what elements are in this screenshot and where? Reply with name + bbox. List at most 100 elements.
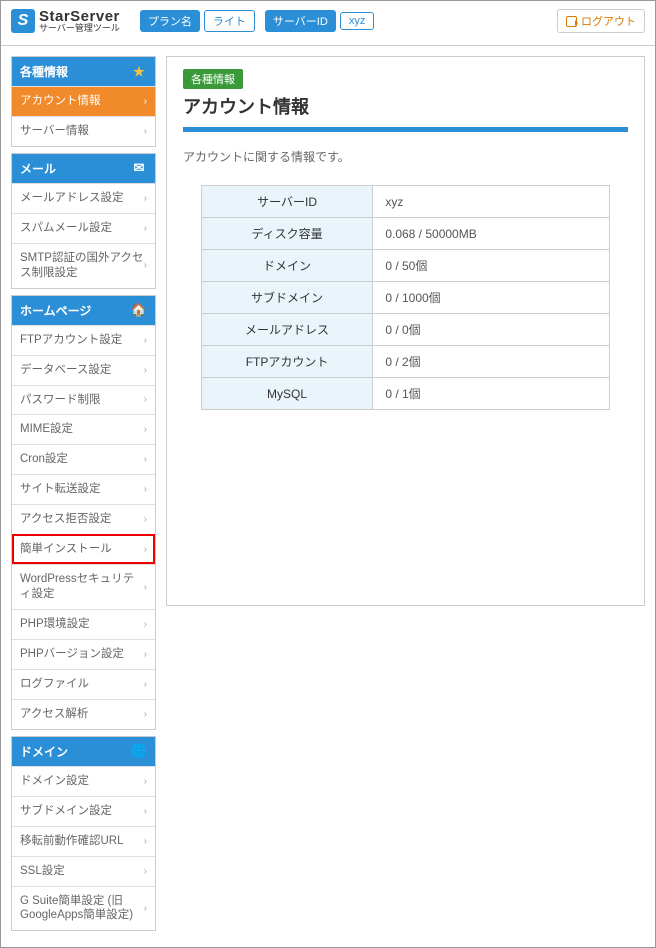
- sidebar-item[interactable]: ドメイン設定›: [12, 766, 155, 796]
- sidebar-header-globe: ドメイン🌐: [12, 737, 155, 766]
- chevron-right-icon: ›: [144, 581, 147, 594]
- sidebar-header-label: メール: [20, 160, 56, 177]
- logo-icon: S: [11, 9, 35, 33]
- row-value: 0 / 0個: [373, 314, 610, 346]
- sidebar-item-label: PHPバージョン設定: [20, 647, 124, 662]
- sidebar-item-label: アクセス解析: [20, 707, 88, 722]
- sidebar-item-label: データベース設定: [20, 363, 111, 378]
- table-row: サブドメイン0 / 1000個: [201, 282, 609, 314]
- chevron-right-icon: ›: [144, 192, 147, 205]
- sidebar-item[interactable]: Cron設定›: [12, 444, 155, 474]
- table-row: ディスク容量0.068 / 50000MB: [201, 218, 609, 250]
- chevron-right-icon: ›: [144, 543, 147, 556]
- chevron-right-icon: ›: [144, 483, 147, 496]
- server-id-label: サーバーID: [265, 10, 336, 32]
- row-key: サーバーID: [201, 186, 373, 218]
- plan-tag: プラン名 ライト: [140, 10, 255, 32]
- chevron-right-icon: ›: [144, 364, 147, 377]
- table-row: FTPアカウント0 / 2個: [201, 346, 609, 378]
- sidebar-item[interactable]: スパムメール設定›: [12, 213, 155, 243]
- sidebar-item-label: SSL設定: [20, 864, 65, 879]
- star-icon: ★: [131, 64, 147, 80]
- sidebar-item-label: ドメイン設定: [20, 774, 89, 789]
- sidebar-item[interactable]: アクセス拒否設定›: [12, 504, 155, 534]
- sidebar-item[interactable]: アカウント情報 ›: [12, 86, 155, 116]
- sidebar-item-label: サーバー情報: [20, 124, 89, 139]
- row-value: 0.068 / 50000MB: [373, 218, 610, 250]
- sidebar-item[interactable]: サーバー情報 ›: [12, 116, 155, 146]
- table-row: メールアドレス0 / 0個: [201, 314, 609, 346]
- sidebar-item[interactable]: PHPバージョン設定 ›: [12, 639, 155, 669]
- sidebar-item[interactable]: ログファイル›: [12, 669, 155, 699]
- sidebar-item-label: 移転前動作確認URL: [20, 834, 124, 849]
- logo-title: StarServer: [39, 9, 120, 24]
- sidebar-item-label: アカウント情報: [20, 94, 101, 109]
- sidebar-item[interactable]: PHP環境設定›: [12, 609, 155, 639]
- sidebar-header-label: 各種情報: [20, 63, 68, 80]
- sidebar-item[interactable]: G Suite簡単設定 (旧GoogleApps簡単設定)›: [12, 886, 155, 931]
- row-key: サブドメイン: [201, 282, 373, 314]
- row-key: MySQL: [201, 378, 373, 410]
- page-title: アカウント情報: [183, 93, 628, 119]
- chevron-right-icon: ›: [144, 95, 147, 108]
- sidebar-item[interactable]: サブドメイン設定 ›: [12, 796, 155, 826]
- sidebar-item[interactable]: SMTP認証の国外アクセス制限設定›: [12, 243, 155, 288]
- logout-button[interactable]: ログアウト: [557, 9, 645, 33]
- sidebar-item-label: パスワード制限: [20, 393, 101, 408]
- row-value: 0 / 1000個: [373, 282, 610, 314]
- sidebar-item-label: G Suite簡単設定 (旧GoogleApps簡単設定): [20, 894, 144, 924]
- sidebar-header-label: ホームページ: [20, 302, 91, 319]
- logo: S StarServer サーバー管理ツール: [11, 9, 120, 33]
- sidebar-item[interactable]: サイト転送設定›: [12, 474, 155, 504]
- chevron-right-icon: ›: [144, 334, 147, 347]
- server-tag: サーバーID xyz: [265, 10, 374, 32]
- logout-icon: [566, 16, 577, 27]
- sidebar-item-label: PHP環境設定: [20, 617, 90, 632]
- sidebar-item-label: 簡単インストール: [20, 542, 112, 557]
- sidebar-header-home: ホームページ🏠: [12, 296, 155, 325]
- row-value: xyz: [373, 186, 610, 218]
- chevron-right-icon: ›: [144, 805, 147, 818]
- row-key: メールアドレス: [201, 314, 373, 346]
- top-bar: S StarServer サーバー管理ツール プラン名 ライト サーバーID x…: [1, 1, 655, 46]
- sidebar-item-label: ログファイル: [20, 677, 89, 692]
- sidebar-item-label: SMTP認証の国外アクセス制限設定: [20, 251, 144, 281]
- sidebar-item[interactable]: 簡単インストール ›: [12, 534, 155, 564]
- row-value: 0 / 1個: [373, 378, 610, 410]
- plan-label: プラン名: [140, 10, 200, 32]
- chevron-right-icon: ›: [144, 648, 147, 661]
- plan-value: ライト: [204, 10, 255, 32]
- row-key: FTPアカウント: [201, 346, 373, 378]
- chevron-right-icon: ›: [144, 259, 147, 272]
- sidebar-item-label: MIME設定: [20, 422, 73, 437]
- server-id-value: xyz: [340, 12, 375, 30]
- globe-icon: 🌐: [131, 743, 147, 759]
- sidebar-item-label: メールアドレス設定: [20, 191, 124, 206]
- row-value: 0 / 50個: [373, 250, 610, 282]
- sidebar-item[interactable]: 移転前動作確認URL›: [12, 826, 155, 856]
- sidebar-item[interactable]: WordPressセキュリティ設定›: [12, 564, 155, 609]
- page-description: アカウントに関する情報です。: [183, 148, 628, 165]
- table-row: ドメイン0 / 50個: [201, 250, 609, 282]
- sidebar-item[interactable]: MIME設定›: [12, 414, 155, 444]
- sidebar-header-mail: メール✉: [12, 154, 155, 183]
- sidebar-item-label: スパムメール設定: [20, 221, 112, 236]
- sidebar-item-label: サブドメイン設定: [20, 804, 112, 819]
- chevron-right-icon: ›: [144, 125, 147, 138]
- sidebar-item[interactable]: データベース設定 ›: [12, 355, 155, 385]
- category-badge: 各種情報: [183, 69, 243, 89]
- sidebar-item[interactable]: FTPアカウント設定›: [12, 325, 155, 355]
- sidebar-item[interactable]: パスワード制限›: [12, 385, 155, 415]
- row-key: ディスク容量: [201, 218, 373, 250]
- chevron-right-icon: ›: [144, 453, 147, 466]
- logout-label: ログアウト: [581, 13, 636, 29]
- sidebar-item[interactable]: アクセス解析 ›: [12, 699, 155, 729]
- logo-subtitle: サーバー管理ツール: [39, 24, 120, 33]
- chevron-right-icon: ›: [144, 708, 147, 721]
- sidebar: 各種情報 ★ アカウント情報 › サーバー情報 › メール✉ メールアドレス設定 › スパムメール…: [11, 56, 156, 937]
- main-panel: 各種情報 アカウント情報 アカウントに関する情報です。 サーバーIDxyzディス…: [166, 56, 645, 606]
- account-info-table: サーバーIDxyzディスク容量0.068 / 50000MBドメイン0 / 50…: [201, 185, 610, 410]
- table-row: サーバーIDxyz: [201, 186, 609, 218]
- sidebar-item[interactable]: メールアドレス設定 ›: [12, 183, 155, 213]
- sidebar-item[interactable]: SSL設定›: [12, 856, 155, 886]
